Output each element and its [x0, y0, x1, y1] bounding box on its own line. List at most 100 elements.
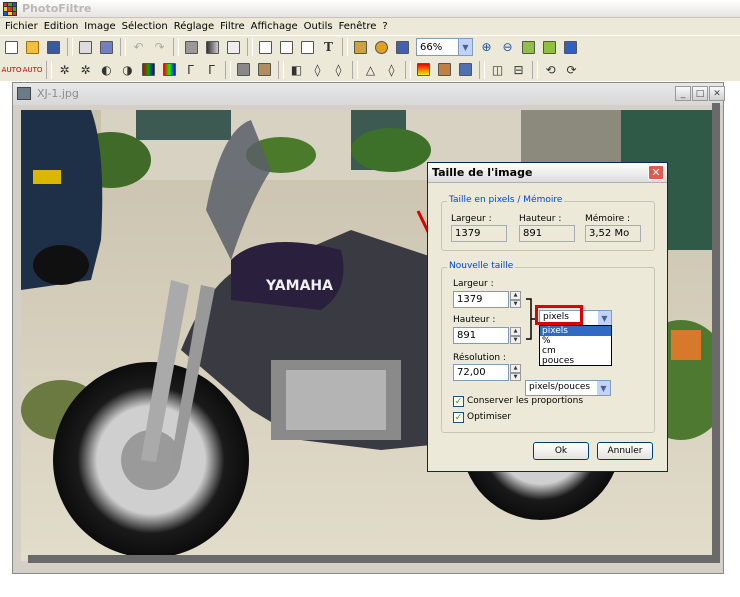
zoom-in-icon[interactable]: ⊕ [477, 38, 496, 57]
texture-icon[interactable] [435, 60, 454, 79]
spin-down-icon[interactable]: ▼ [510, 372, 521, 381]
new-height-input[interactable]: 891 [453, 327, 509, 344]
soften-icon[interactable]: ◧ [287, 60, 306, 79]
window-icon[interactable] [393, 38, 412, 57]
filter-toolbar: AUTO AUTO ✲ ✲ ◐ ◑ Γ Γ ◧ ◊ ◊ △ ◊ ◫ ⊟ ⟲ ⟳ [0, 58, 740, 81]
actual-size-icon[interactable] [540, 38, 559, 57]
toolbar-separator [173, 38, 179, 56]
sharpen-more-icon[interactable]: △ [361, 60, 380, 79]
chevron-down-icon: ▼ [597, 381, 610, 395]
width-spinner[interactable]: ▲ ▼ [510, 291, 521, 308]
spin-down-icon[interactable]: ▼ [510, 299, 521, 308]
plugin-icon[interactable] [372, 38, 391, 57]
menu-help[interactable]: ? [379, 21, 390, 32]
unit-option-pouces[interactable]: pouces [540, 356, 611, 366]
mosaic-icon[interactable] [456, 60, 475, 79]
menu-fenetre[interactable]: Fenêtre [336, 21, 380, 32]
redo-icon[interactable]: ↷ [150, 38, 169, 57]
relief-icon[interactable]: ◊ [382, 60, 401, 79]
auto-contrast-icon[interactable]: AUTO [23, 60, 43, 79]
dialog-close-button[interactable]: ✕ [648, 165, 664, 180]
toolbar-separator [405, 60, 411, 79]
flip-vertical-icon[interactable]: ⊟ [509, 60, 528, 79]
contrast-plus-icon[interactable]: ◑ [118, 60, 137, 79]
zoom-select[interactable]: 66% ▼ [416, 38, 473, 56]
resolution-spinner[interactable]: ▲ ▼ [510, 364, 521, 381]
canvas-size-icon[interactable] [298, 38, 317, 57]
blur-icon[interactable]: ◊ [308, 60, 327, 79]
frame-icon[interactable] [224, 38, 243, 57]
unit-option-cm[interactable]: cm [540, 346, 611, 356]
new-height-label: Hauteur : [453, 315, 496, 325]
optimize-label: Optimiser [467, 412, 512, 422]
canvas-shadow [28, 555, 720, 563]
resolution-input[interactable]: 72,00 [453, 364, 509, 381]
main-toolbar: ↶ ↷ T 66% ▼ ⊕ ⊖ [0, 35, 740, 58]
open-folder-icon[interactable] [23, 38, 42, 57]
menu-outils[interactable]: Outils [301, 21, 336, 32]
scan-icon[interactable] [97, 38, 116, 57]
dialog-title: Taille de l'image [432, 166, 533, 179]
saturation-minus-icon[interactable] [139, 60, 158, 79]
rotate-right-icon[interactable]: ⟳ [562, 60, 581, 79]
explorer-icon[interactable] [351, 38, 370, 57]
rotate-left-icon[interactable]: ⟲ [541, 60, 560, 79]
fill-color-icon[interactable] [414, 60, 433, 79]
transparent-color-icon[interactable] [182, 38, 201, 57]
gradient-icon[interactable] [203, 38, 222, 57]
save-icon[interactable] [44, 38, 63, 57]
sepia-icon[interactable] [255, 60, 274, 79]
contrast-minus-icon[interactable]: ◐ [97, 60, 116, 79]
new-file-icon[interactable] [2, 38, 21, 57]
print-icon[interactable] [76, 38, 95, 57]
menubar: Fichier Edition Image Sélection Réglage … [0, 18, 740, 35]
menu-filtre[interactable]: Filtre [217, 21, 248, 32]
zoom-out-icon[interactable]: ⊖ [498, 38, 517, 57]
keep-ratio-checkbox[interactable]: ✓ [453, 396, 464, 407]
fullscreen-icon[interactable] [561, 38, 580, 57]
resolution-unit-value: pixels/pouces [529, 382, 591, 392]
brightness-plus-icon[interactable]: ✲ [76, 60, 95, 79]
menu-image[interactable]: Image [81, 21, 118, 32]
resolution-unit-select[interactable]: pixels/pouces ▼ [525, 380, 611, 396]
menu-fichier[interactable]: Fichier [2, 21, 41, 32]
canvas-shadow [712, 103, 720, 555]
chevron-down-icon: ▼ [598, 311, 611, 325]
unit-option-pixels[interactable]: pixels [540, 326, 611, 336]
maximize-button[interactable]: □ [692, 86, 708, 101]
spin-up-icon[interactable]: ▲ [510, 364, 521, 373]
saturation-plus-icon[interactable] [160, 60, 179, 79]
auto-levels-icon[interactable]: AUTO [2, 60, 22, 79]
sharpen-icon[interactable]: ◊ [329, 60, 348, 79]
spin-up-icon[interactable]: ▲ [510, 327, 521, 336]
close-button[interactable]: ✕ [709, 86, 725, 101]
new-width-input[interactable]: 1379 [453, 291, 509, 308]
app-titlebar: PhotoFiltre [0, 0, 740, 18]
document-title: XJ-1.jpg [37, 87, 79, 100]
spin-up-icon[interactable]: ▲ [510, 291, 521, 300]
spin-down-icon[interactable]: ▼ [510, 335, 521, 344]
flip-horizontal-icon[interactable]: ◫ [488, 60, 507, 79]
brightness-minus-icon[interactable]: ✲ [55, 60, 74, 79]
height-spinner[interactable]: ▲ ▼ [510, 327, 521, 344]
menu-reglage[interactable]: Réglage [171, 21, 217, 32]
menu-affichage[interactable]: Affichage [248, 21, 301, 32]
photofiltre-logo-icon [3, 2, 17, 16]
resolution-label: Résolution : [453, 353, 506, 363]
toolbar-separator [479, 60, 485, 79]
undo-icon[interactable]: ↶ [129, 38, 148, 57]
minimize-button[interactable]: _ [675, 86, 691, 101]
image-size-icon[interactable] [277, 38, 296, 57]
cancel-button[interactable]: Annuler [597, 442, 653, 460]
grayscale-icon[interactable] [234, 60, 253, 79]
menu-edition[interactable]: Edition [41, 21, 82, 32]
optimize-checkbox[interactable]: ✓ [453, 412, 464, 423]
text-icon[interactable]: T [319, 38, 338, 57]
gamma-minus-icon[interactable]: Γ [181, 60, 200, 79]
unit-option-percent[interactable]: % [540, 336, 611, 346]
crop-icon[interactable] [256, 38, 275, 57]
ok-button[interactable]: Ok [533, 442, 589, 460]
fit-window-icon[interactable] [519, 38, 538, 57]
menu-selection[interactable]: Sélection [119, 21, 171, 32]
gamma-plus-icon[interactable]: Γ [202, 60, 221, 79]
